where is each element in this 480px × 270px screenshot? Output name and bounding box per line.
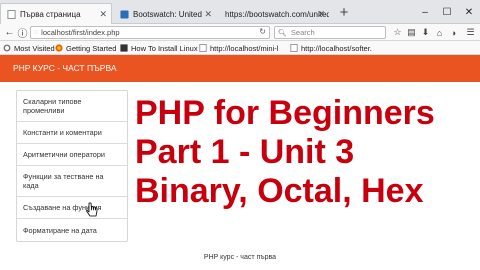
bookmark-getting-started[interactable]: Getting Started [55, 42, 116, 54]
close-tab-icon[interactable]: ✕ [204, 9, 212, 20]
home-icon[interactable]: ⌂ [433, 26, 446, 39]
search-input[interactable]: 🔍︎ Search [274, 26, 386, 39]
minimize-icon[interactable]: – [414, 0, 436, 24]
firefox-icon [55, 44, 63, 52]
bookmark-label: http://localhost/softer... [301, 43, 372, 53]
close-tab-icon[interactable]: ✕ [317, 9, 325, 20]
menu-item-label: Константи и коментари [23, 128, 102, 137]
sidebar-menu: Скаларни типове променливи Константи и к… [16, 90, 128, 242]
url-text: localhost/first/index.php [41, 28, 120, 37]
menu-item-scalar-types[interactable]: Скаларни типове променливи [17, 91, 127, 122]
reading-list-icon[interactable]: ▤ [405, 26, 418, 39]
bookmark-label: Getting Started [66, 43, 117, 53]
close-window-icon[interactable]: ✕ [458, 0, 480, 24]
new-tab-button[interactable]: + [334, 2, 354, 22]
page-icon [199, 44, 207, 52]
info-icon[interactable]: ⓘ [15, 25, 30, 40]
page-icon [7, 9, 16, 19]
maximize-icon[interactable]: ☐ [436, 0, 458, 24]
bookmark-most-visited[interactable]: Most Visited [3, 42, 55, 54]
globe-icon: ◌ [34, 29, 39, 36]
menu-item-creating-function[interactable]: Създаване на функция [17, 197, 127, 219]
brand-link[interactable]: PHP КУРС - ЧАСТ ПЪРВА [13, 63, 117, 73]
menu-item-line: када [23, 181, 39, 190]
overlay-title-line3: Binary, Octal, Hex [135, 172, 424, 210]
tab-label: https://bootswatch.com/united/ [225, 9, 330, 19]
bookmark-star-icon[interactable]: ☆ [391, 26, 404, 39]
bootswatch-icon [120, 9, 129, 19]
tab-label: Първа страница [20, 9, 81, 19]
menu-item-testing-functions[interactable]: Функции за тестване на када [17, 166, 127, 197]
menu-item-constants-comments[interactable]: Константи и коментари [17, 122, 127, 144]
search-icon: 🔍︎ [278, 29, 287, 37]
url-bar[interactable]: ◌ localhost/first/index.php ↻ [30, 26, 270, 39]
bookmark-how-to-install-linux[interactable]: How To Install Linux, ... [120, 42, 198, 54]
menu-item-label: Скаларни типове променливи [23, 97, 81, 115]
site-header: PHP КУРС - ЧАСТ ПЪРВА [0, 55, 480, 82]
overlay-title-line2: Part 1 - Unit 3 [135, 133, 355, 171]
menu-item-label: Функции за тестване на када [23, 172, 104, 190]
gear-icon [3, 44, 11, 52]
hand-cursor-icon [86, 202, 98, 217]
bookmark-label: http://localhost/mini-l... [210, 43, 279, 53]
menu-item-date-formatting[interactable]: Форматиране на дата [17, 219, 127, 241]
overlay-title-line1: PHP for Beginners [135, 94, 435, 132]
bookmark-label: How To Install Linux, ... [131, 43, 198, 53]
tab-bootswatch-united[interactable]: Bootswatch: United ✕ [113, 3, 217, 24]
navigation-toolbar: ← ⓘ ◌ localhost/first/index.php ↻ 🔍︎ Sea… [0, 24, 480, 41]
reload-icon[interactable]: ↻ [259, 27, 266, 36]
search-placeholder: Search [290, 28, 315, 37]
menu-icon[interactable]: ☰ [464, 26, 477, 39]
close-tab-icon[interactable]: ✕ [99, 9, 107, 20]
tab-label: Bootswatch: United [133, 9, 202, 19]
menu-item-line: Скаларни типове [23, 97, 82, 106]
page-footer: PHP курс - част първа [203, 254, 277, 261]
tab-strip: Първа страница ✕ Bootswatch: United ✕ ht… [0, 0, 480, 24]
pocket-icon[interactable]: ◑ [447, 26, 460, 39]
bookmark-label: Most Visited [14, 43, 55, 53]
tab-first-page[interactable]: Първа страница ✕ [0, 3, 112, 24]
bookmark-localhost-softer[interactable]: http://localhost/softer... [290, 42, 372, 54]
menu-item-line: променливи [23, 106, 65, 115]
page-icon [290, 44, 298, 52]
tab-bootswatch-url[interactable]: https://bootswatch.com/united/ ✕ [218, 3, 330, 24]
site-icon [120, 44, 128, 52]
menu-item-label: Аритметични оператори [23, 150, 106, 159]
bookmarks-toolbar: Most Visited Getting Started How To Inst… [0, 41, 480, 55]
download-icon[interactable]: ⬇ [419, 26, 432, 39]
menu-item-line: Функции за тестване на [23, 172, 104, 181]
bookmark-localhost-mini[interactable]: http://localhost/mini-l... [199, 42, 279, 54]
menu-item-arithmetic-operators[interactable]: Аритметични оператори [17, 144, 127, 166]
menu-item-label: Форматиране на дата [23, 225, 97, 235]
